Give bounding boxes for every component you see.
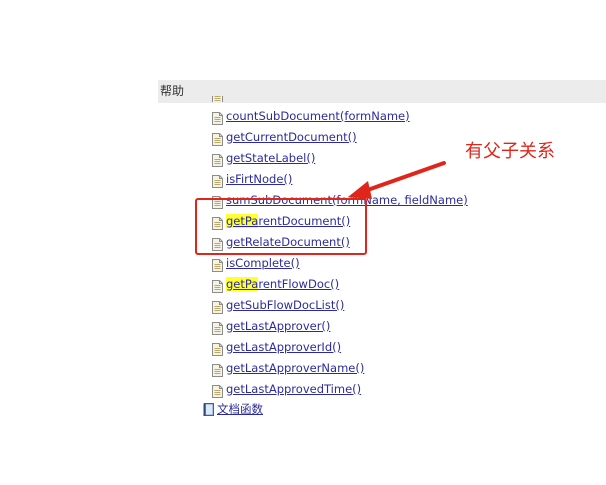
annotation-label: 有父子关系 [465,141,555,162]
annotation-arrow [348,161,446,199]
